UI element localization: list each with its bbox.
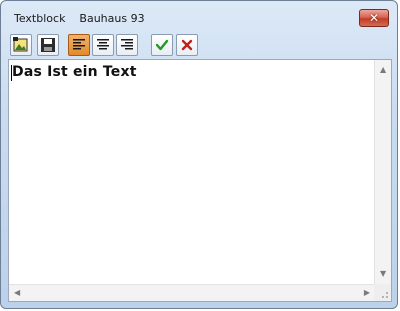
save-icon [41,38,55,52]
insert-image-icon [13,37,28,52]
horizontal-scrollbar[interactable]: ◀ ▶ [9,284,375,301]
title-bar[interactable]: Textblock Bauhaus 93 ✕ [1,1,397,31]
text-editor[interactable]: Das Ist ein Text ▲ ▼ ◀ ▶ [8,59,392,302]
toolbar [10,34,388,58]
align-center-icon [97,39,109,50]
window-title: Textblock Bauhaus 93 [14,12,145,25]
align-right-icon [121,39,133,50]
cancel-button[interactable] [176,34,198,56]
scroll-down-icon[interactable]: ▼ [380,270,386,278]
align-right-button[interactable] [116,34,138,56]
confirm-check-icon [155,39,169,51]
resize-grip-icon [382,292,388,298]
align-left-button[interactable] [68,34,90,56]
scroll-up-icon[interactable]: ▲ [380,66,386,74]
editor-text[interactable]: Das Ist ein Text [12,64,137,80]
align-center-button[interactable] [92,34,114,56]
cancel-x-icon [181,39,193,51]
textblock-window: Textblock Bauhaus 93 ✕ Das Ist ein Text … [0,0,398,309]
resize-grip[interactable] [374,284,391,301]
scroll-left-icon[interactable]: ◀ [14,289,20,297]
vertical-scrollbar[interactable]: ▲ ▼ [374,60,391,284]
align-left-icon [73,39,85,50]
insert-image-button[interactable] [10,34,32,56]
close-button[interactable]: ✕ [359,9,389,27]
close-icon: ✕ [368,11,380,25]
scroll-right-icon[interactable]: ▶ [364,289,370,297]
confirm-button[interactable] [151,34,173,56]
save-button[interactable] [37,34,59,56]
